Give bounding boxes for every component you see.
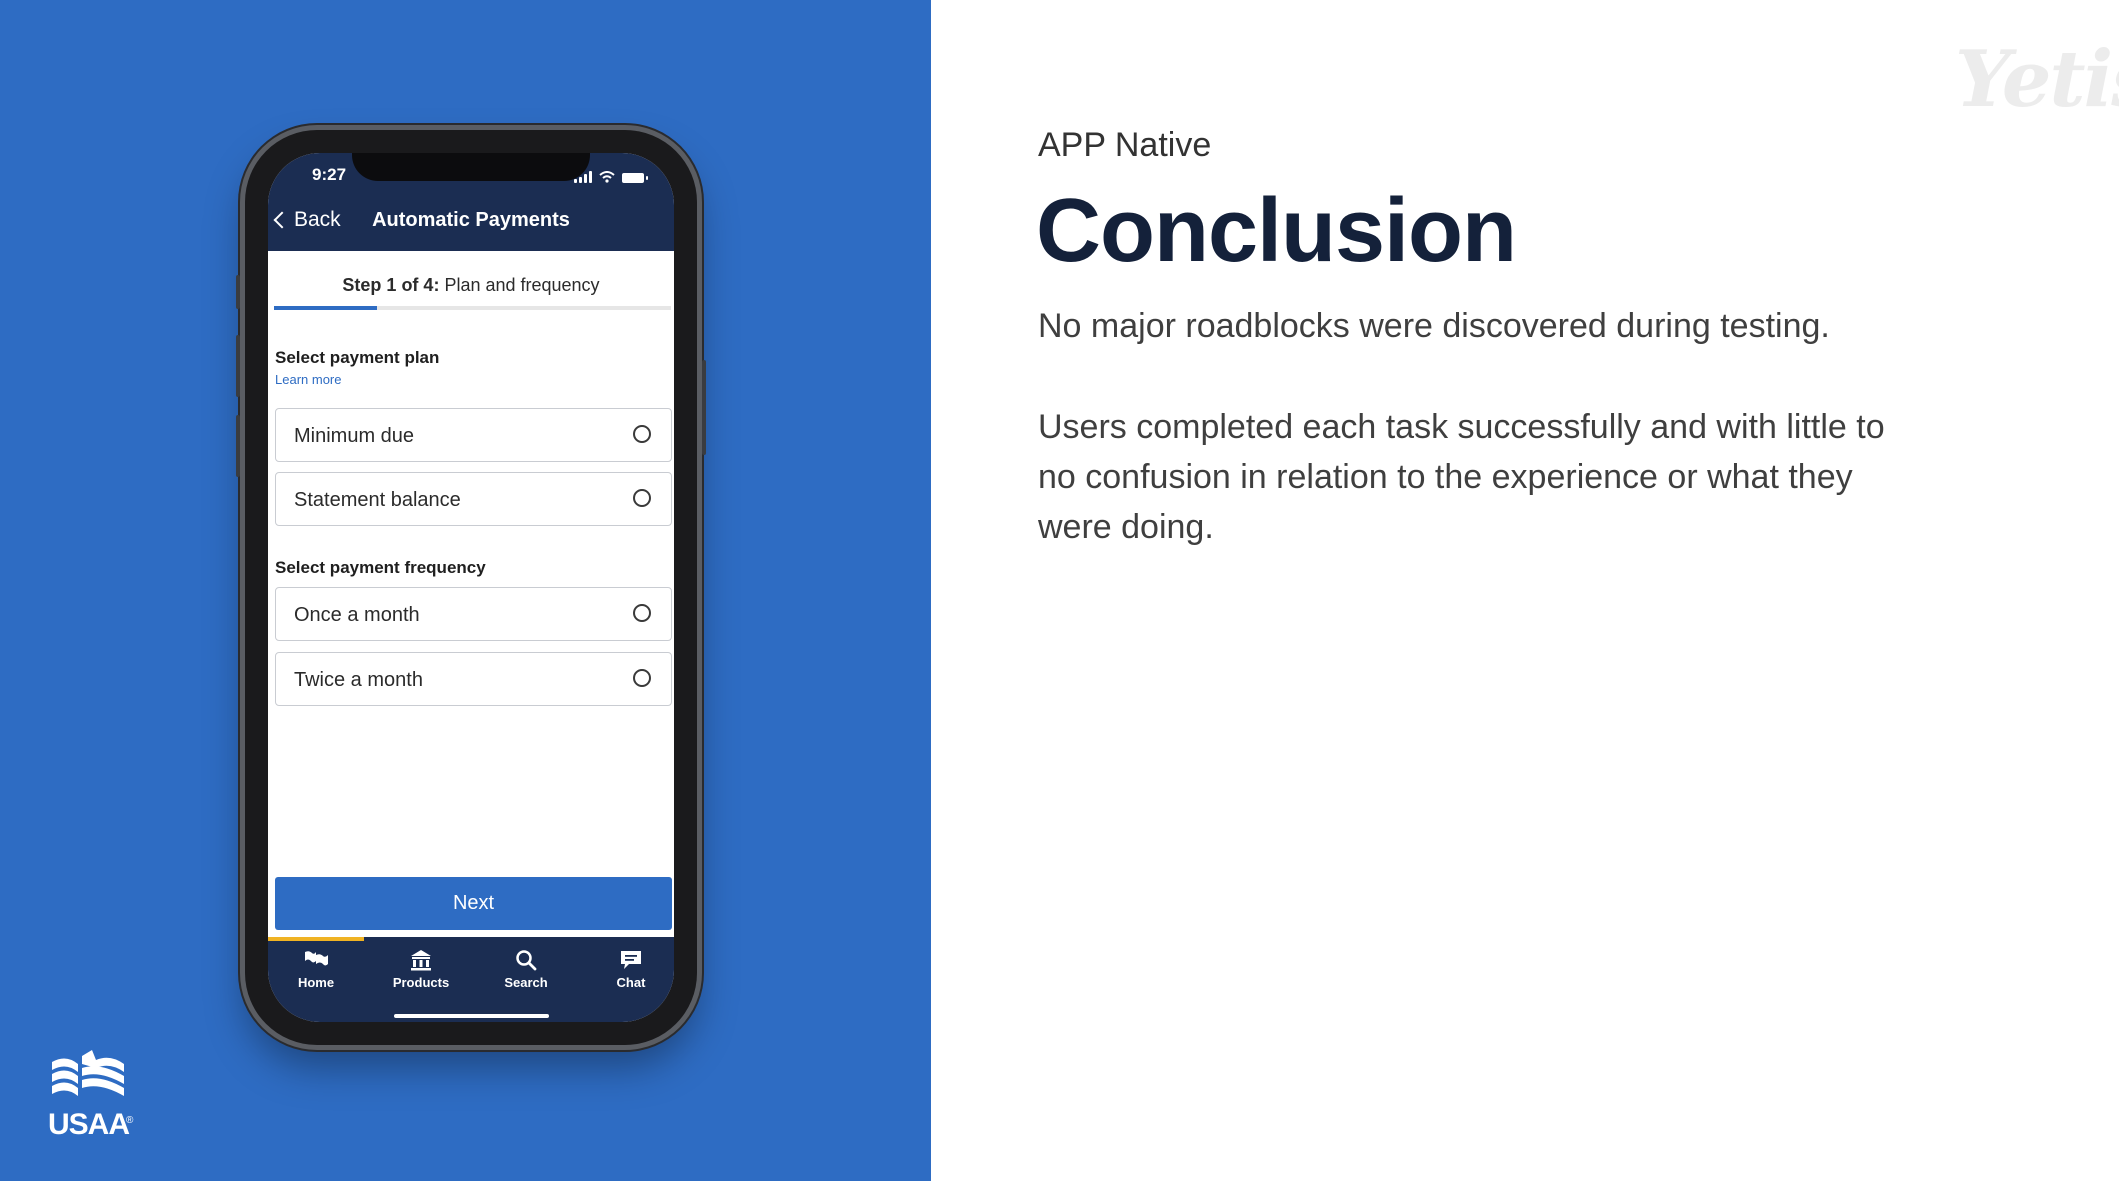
tab-label: Chat	[616, 975, 646, 990]
cellular-signal-icon	[574, 171, 592, 183]
bank-icon	[411, 950, 431, 971]
option-statement-balance[interactable]: Statement balance	[275, 472, 672, 526]
option-label: Minimum due	[294, 425, 415, 447]
status-icons	[574, 169, 648, 183]
tab-label: Home	[297, 975, 335, 990]
phone-mute-switch	[236, 275, 240, 309]
conclusion-paragraph-2: Users completed each task successfully a…	[1038, 408, 1885, 546]
tab-search[interactable]: Search	[476, 949, 576, 990]
option-minimum-due[interactable]: Minimum due	[275, 408, 672, 462]
step-title: Plan and frequency	[439, 275, 600, 295]
slide-headline: Conclusion	[1036, 181, 1517, 281]
radio-button[interactable]	[633, 489, 651, 507]
next-button[interactable]: Next	[275, 877, 672, 930]
payment-plan-label: Select payment plan	[275, 348, 440, 367]
tab-chat[interactable]: Chat	[581, 949, 674, 990]
step-number: Step 1 of 4:	[342, 275, 440, 295]
option-label: Twice a month	[294, 669, 423, 691]
phone-volume-down	[236, 415, 240, 477]
tab-home[interactable]: Home	[268, 949, 366, 990]
home-flags-icon	[305, 951, 328, 969]
radio-button[interactable]	[633, 669, 651, 687]
wifi-icon	[599, 171, 615, 183]
tab-label: Search	[504, 975, 548, 990]
learn-more-link[interactable]: Learn more	[275, 372, 341, 387]
payment-frequency-label: Select payment frequency	[275, 558, 486, 577]
screen-title: Automatic Payments	[372, 209, 570, 231]
step-indicator: Step 1 of 4: Plan and frequency	[268, 275, 674, 296]
step-progress-bar	[274, 306, 671, 310]
tab-products[interactable]: Products	[371, 949, 471, 990]
option-twice-a-month[interactable]: Twice a month	[275, 652, 672, 706]
slide-subtitle: APP Native	[1038, 126, 1212, 164]
phone-volume-up	[236, 335, 240, 397]
home-indicator	[394, 1014, 549, 1018]
option-once-a-month[interactable]: Once a month	[275, 587, 672, 641]
status-time: 9:27	[312, 165, 347, 184]
radio-button[interactable]	[633, 425, 651, 443]
battery-icon	[622, 173, 648, 183]
option-label: Statement balance	[294, 489, 461, 511]
yetis-watermark-logo: Yetis	[1955, 34, 2119, 125]
conclusion-paragraph-1: No major roadblocks were discovered duri…	[1038, 307, 1830, 345]
phone-screen: 9:27 Back Automatic Payments Step 1 of 4…	[268, 153, 674, 1022]
radio-button[interactable]	[633, 604, 651, 622]
phone-mockup: 9:27 Back Automatic Payments Step 1 of 4…	[236, 130, 706, 1045]
tab-label: Products	[392, 975, 450, 990]
usaa-logo-text: USAA	[48, 1108, 130, 1141]
active-tab-indicator	[268, 937, 364, 941]
bottom-tab-bar: Home Products Search Chat	[268, 937, 674, 1022]
chat-icon	[621, 951, 641, 969]
usaa-eagle-icon	[52, 1050, 124, 1096]
step-progress-fill	[274, 306, 378, 310]
phone-notch	[352, 153, 590, 181]
app-header: 9:27 Back Automatic Payments	[268, 153, 674, 251]
option-label: Once a month	[294, 604, 420, 626]
right-panel	[931, 0, 2119, 1181]
registered-mark: ®	[126, 1115, 134, 1126]
usaa-logo: USAA ®	[48, 1050, 138, 1145]
search-icon	[516, 950, 537, 971]
phone-power-button	[702, 360, 706, 455]
